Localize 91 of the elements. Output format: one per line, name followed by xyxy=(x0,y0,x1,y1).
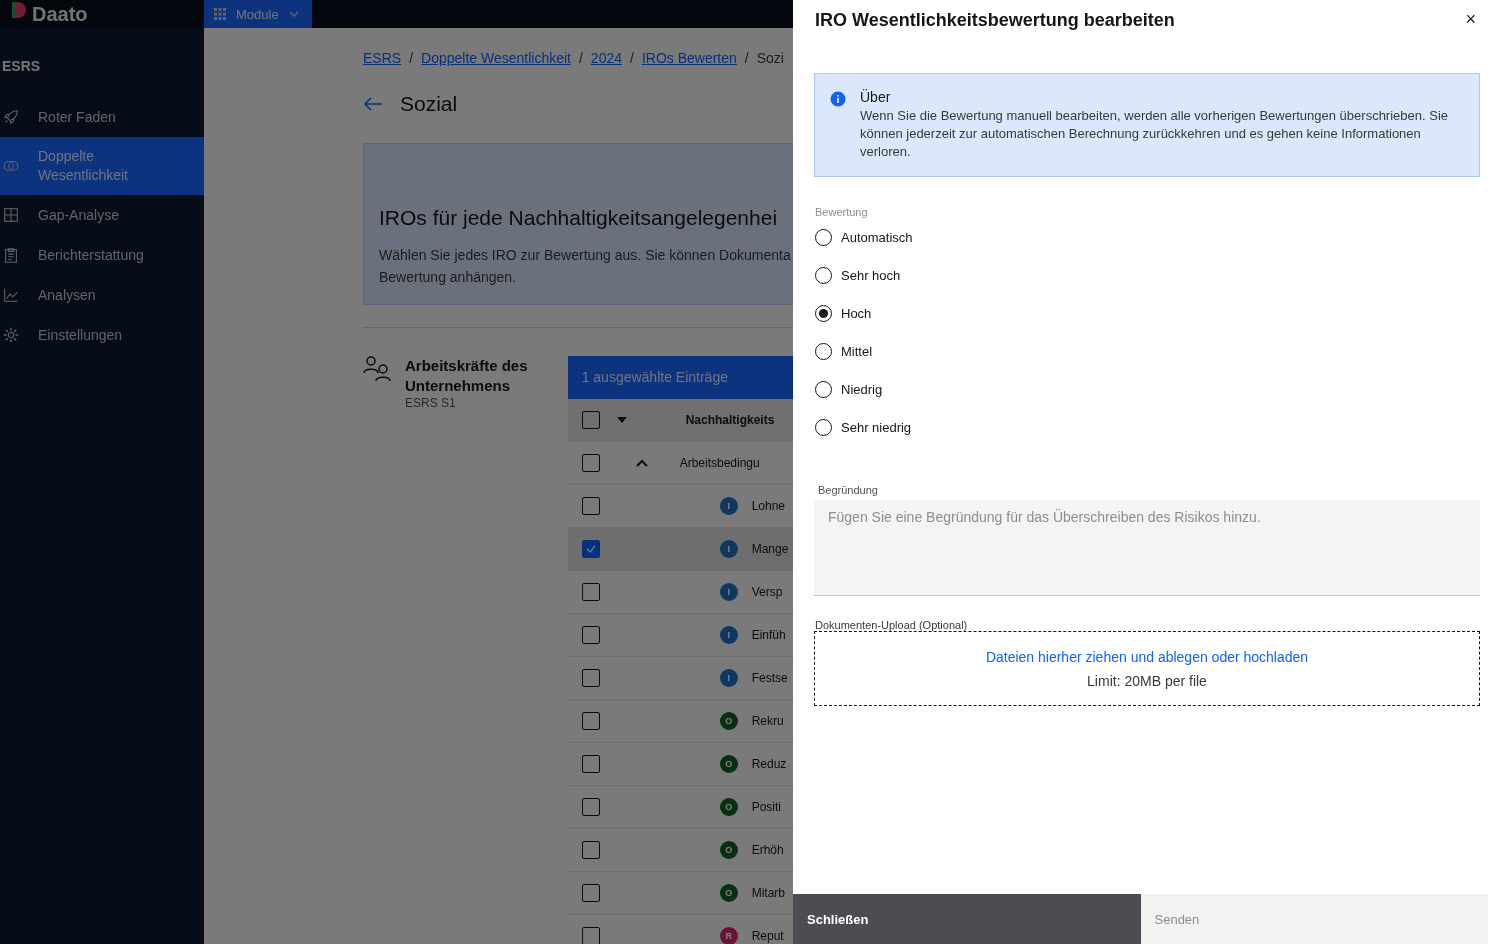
grid-icon xyxy=(2,206,20,224)
sidebar-item[interactable]: Analysen xyxy=(0,275,204,315)
radio-option[interactable]: Niedrig xyxy=(815,379,1488,399)
logo-text: Daato xyxy=(32,2,88,26)
radio-option[interactable]: Hoch xyxy=(815,303,1488,323)
banner-title: IROs für jede Nachhaltigkeitsangelegenhei xyxy=(379,206,779,230)
checkbox[interactable] xyxy=(581,669,600,687)
upload-link[interactable]: Dateien hierher ziehen und ablegen oder hochladen xyxy=(985,648,1309,665)
radio-option[interactable]: Automatisch xyxy=(815,227,1488,247)
clipboard-icon xyxy=(2,246,20,264)
breadcrumb-link[interactable]: IROs Bewerten xyxy=(641,50,737,66)
checkbox[interactable] xyxy=(581,927,600,944)
sidebar-item[interactable]: Gap-Analyse xyxy=(0,195,204,235)
radio-option[interactable]: Sehr niedrig xyxy=(815,417,1488,437)
section-code: ESRS S1 xyxy=(405,396,457,410)
breadcrumb-current: Sozi xyxy=(756,50,784,66)
page-title: Sozial xyxy=(400,92,458,116)
type-badge: I xyxy=(719,669,738,687)
section-title: Arbeitskräfte des Unternehmens xyxy=(405,356,529,396)
type-badge: O xyxy=(719,798,738,816)
field-label: Begründung xyxy=(818,484,879,496)
checkbox[interactable] xyxy=(581,884,600,902)
notification-text: Wenn Sie die Bewertung manuell bearbeiten, werden alle vorherigen Bewertungen überschrieben. Sie können jederzeit zur automatischen Berechnung zurückkehren und es gehen keine Informationen verloren. xyxy=(860,107,1449,161)
type-badge: I xyxy=(719,540,738,558)
sidebar-item[interactable]: Einstellungen xyxy=(0,315,204,355)
sidebar-section-title: ESRS xyxy=(2,58,42,74)
breadcrumb-link[interactable]: ESRS xyxy=(363,50,402,66)
checkbox[interactable] xyxy=(581,497,600,515)
upload-dropzone[interactable]: Dateien hierher ziehen und ablegen oder hochladen Limit: 20MB per file xyxy=(814,631,1480,706)
rocket-icon xyxy=(2,108,20,126)
banner-text: Wählen Sie jedes IRO zur Bewertung aus. Sie können Dokumenta Bewertung anhängen. xyxy=(379,246,792,287)
module-button[interactable]: Module xyxy=(204,0,312,28)
info-icon xyxy=(830,91,846,107)
checkbox[interactable] xyxy=(581,540,600,558)
type-badge: R xyxy=(719,927,738,944)
field-label: Bewertung xyxy=(815,206,869,218)
upload-limit: Limit: 20MB per file xyxy=(1087,672,1207,689)
checkbox[interactable] xyxy=(581,798,600,816)
table-cell: Reput xyxy=(751,929,784,943)
type-badge: O xyxy=(719,884,738,902)
checkbox[interactable] xyxy=(581,626,600,644)
chevron-down-icon xyxy=(288,11,299,17)
type-badge: I xyxy=(719,583,738,601)
footer-button[interactable]: Schließen xyxy=(793,894,1141,944)
type-badge: O xyxy=(719,841,738,859)
table-cell: Mitarb xyxy=(751,886,785,900)
radio-option[interactable]: Mittel xyxy=(815,341,1488,361)
checkbox[interactable] xyxy=(581,755,600,773)
radio-option[interactable]: Sehr hoch xyxy=(815,265,1488,285)
chart-icon xyxy=(2,286,20,304)
panel-title: IRO Wesentlichkeitsbewertung bearbeiten xyxy=(815,10,1175,31)
back-arrow-icon[interactable] xyxy=(363,96,383,112)
selection-bar: 1 ausgewählte Einträge xyxy=(567,356,793,399)
notification-title: Über xyxy=(860,89,892,105)
breadcrumb-separator: / xyxy=(578,50,583,66)
breadcrumb-separator: / xyxy=(744,50,749,66)
table-cell: Einfüh xyxy=(751,628,786,642)
caret-down-icon[interactable] xyxy=(616,417,627,423)
reason-field[interactable]: Fügen Sie eine Begründung für das Überschreiben des Risikos hinzu. xyxy=(814,500,1480,596)
sidebar-item[interactable]: Doppelte Wesentlichkeit xyxy=(0,137,204,195)
checkbox[interactable] xyxy=(581,454,600,472)
type-badge: I xyxy=(719,626,738,644)
grid-dots-icon xyxy=(214,8,226,20)
breadcrumb-link[interactable]: Doppelte Wesentlichkeit xyxy=(421,50,571,66)
people-icon xyxy=(363,356,391,382)
sidebar-item[interactable]: Roter Faden xyxy=(0,97,204,137)
breadcrumb-link[interactable]: 2024 xyxy=(590,50,622,66)
table-cell: Festse xyxy=(751,671,788,685)
checkbox[interactable] xyxy=(581,712,600,730)
chevron-icon[interactable] xyxy=(635,459,648,467)
field-label: Dokumenten-Upload (Optional) xyxy=(815,619,969,631)
type-badge: I xyxy=(719,497,738,515)
table-cell: Rekru xyxy=(751,714,784,728)
checkbox[interactable] xyxy=(581,841,600,859)
checkbox[interactable] xyxy=(581,583,600,601)
table-cell: Positi xyxy=(751,800,781,814)
type-badge: O xyxy=(719,755,738,773)
table-cell: Lohne xyxy=(751,499,785,513)
table-cell: Reduz xyxy=(751,757,787,771)
table-cell: Erhöh xyxy=(751,843,784,857)
breadcrumb-separator: / xyxy=(409,50,413,66)
checkbox[interactable] xyxy=(581,411,600,429)
settings-icon xyxy=(2,326,20,344)
table-cell: Arbeitsbedingu xyxy=(679,456,760,470)
breadcrumb-separator: / xyxy=(630,50,634,66)
table-cell: Mange xyxy=(751,542,789,556)
sidebar-item[interactable]: Berichterstattung xyxy=(0,235,204,275)
type-badge: O xyxy=(719,712,738,730)
close-button[interactable]: × xyxy=(1465,9,1476,30)
table-cell: Versp xyxy=(751,585,783,599)
column-header: Nachhaltigkeits xyxy=(685,413,775,427)
